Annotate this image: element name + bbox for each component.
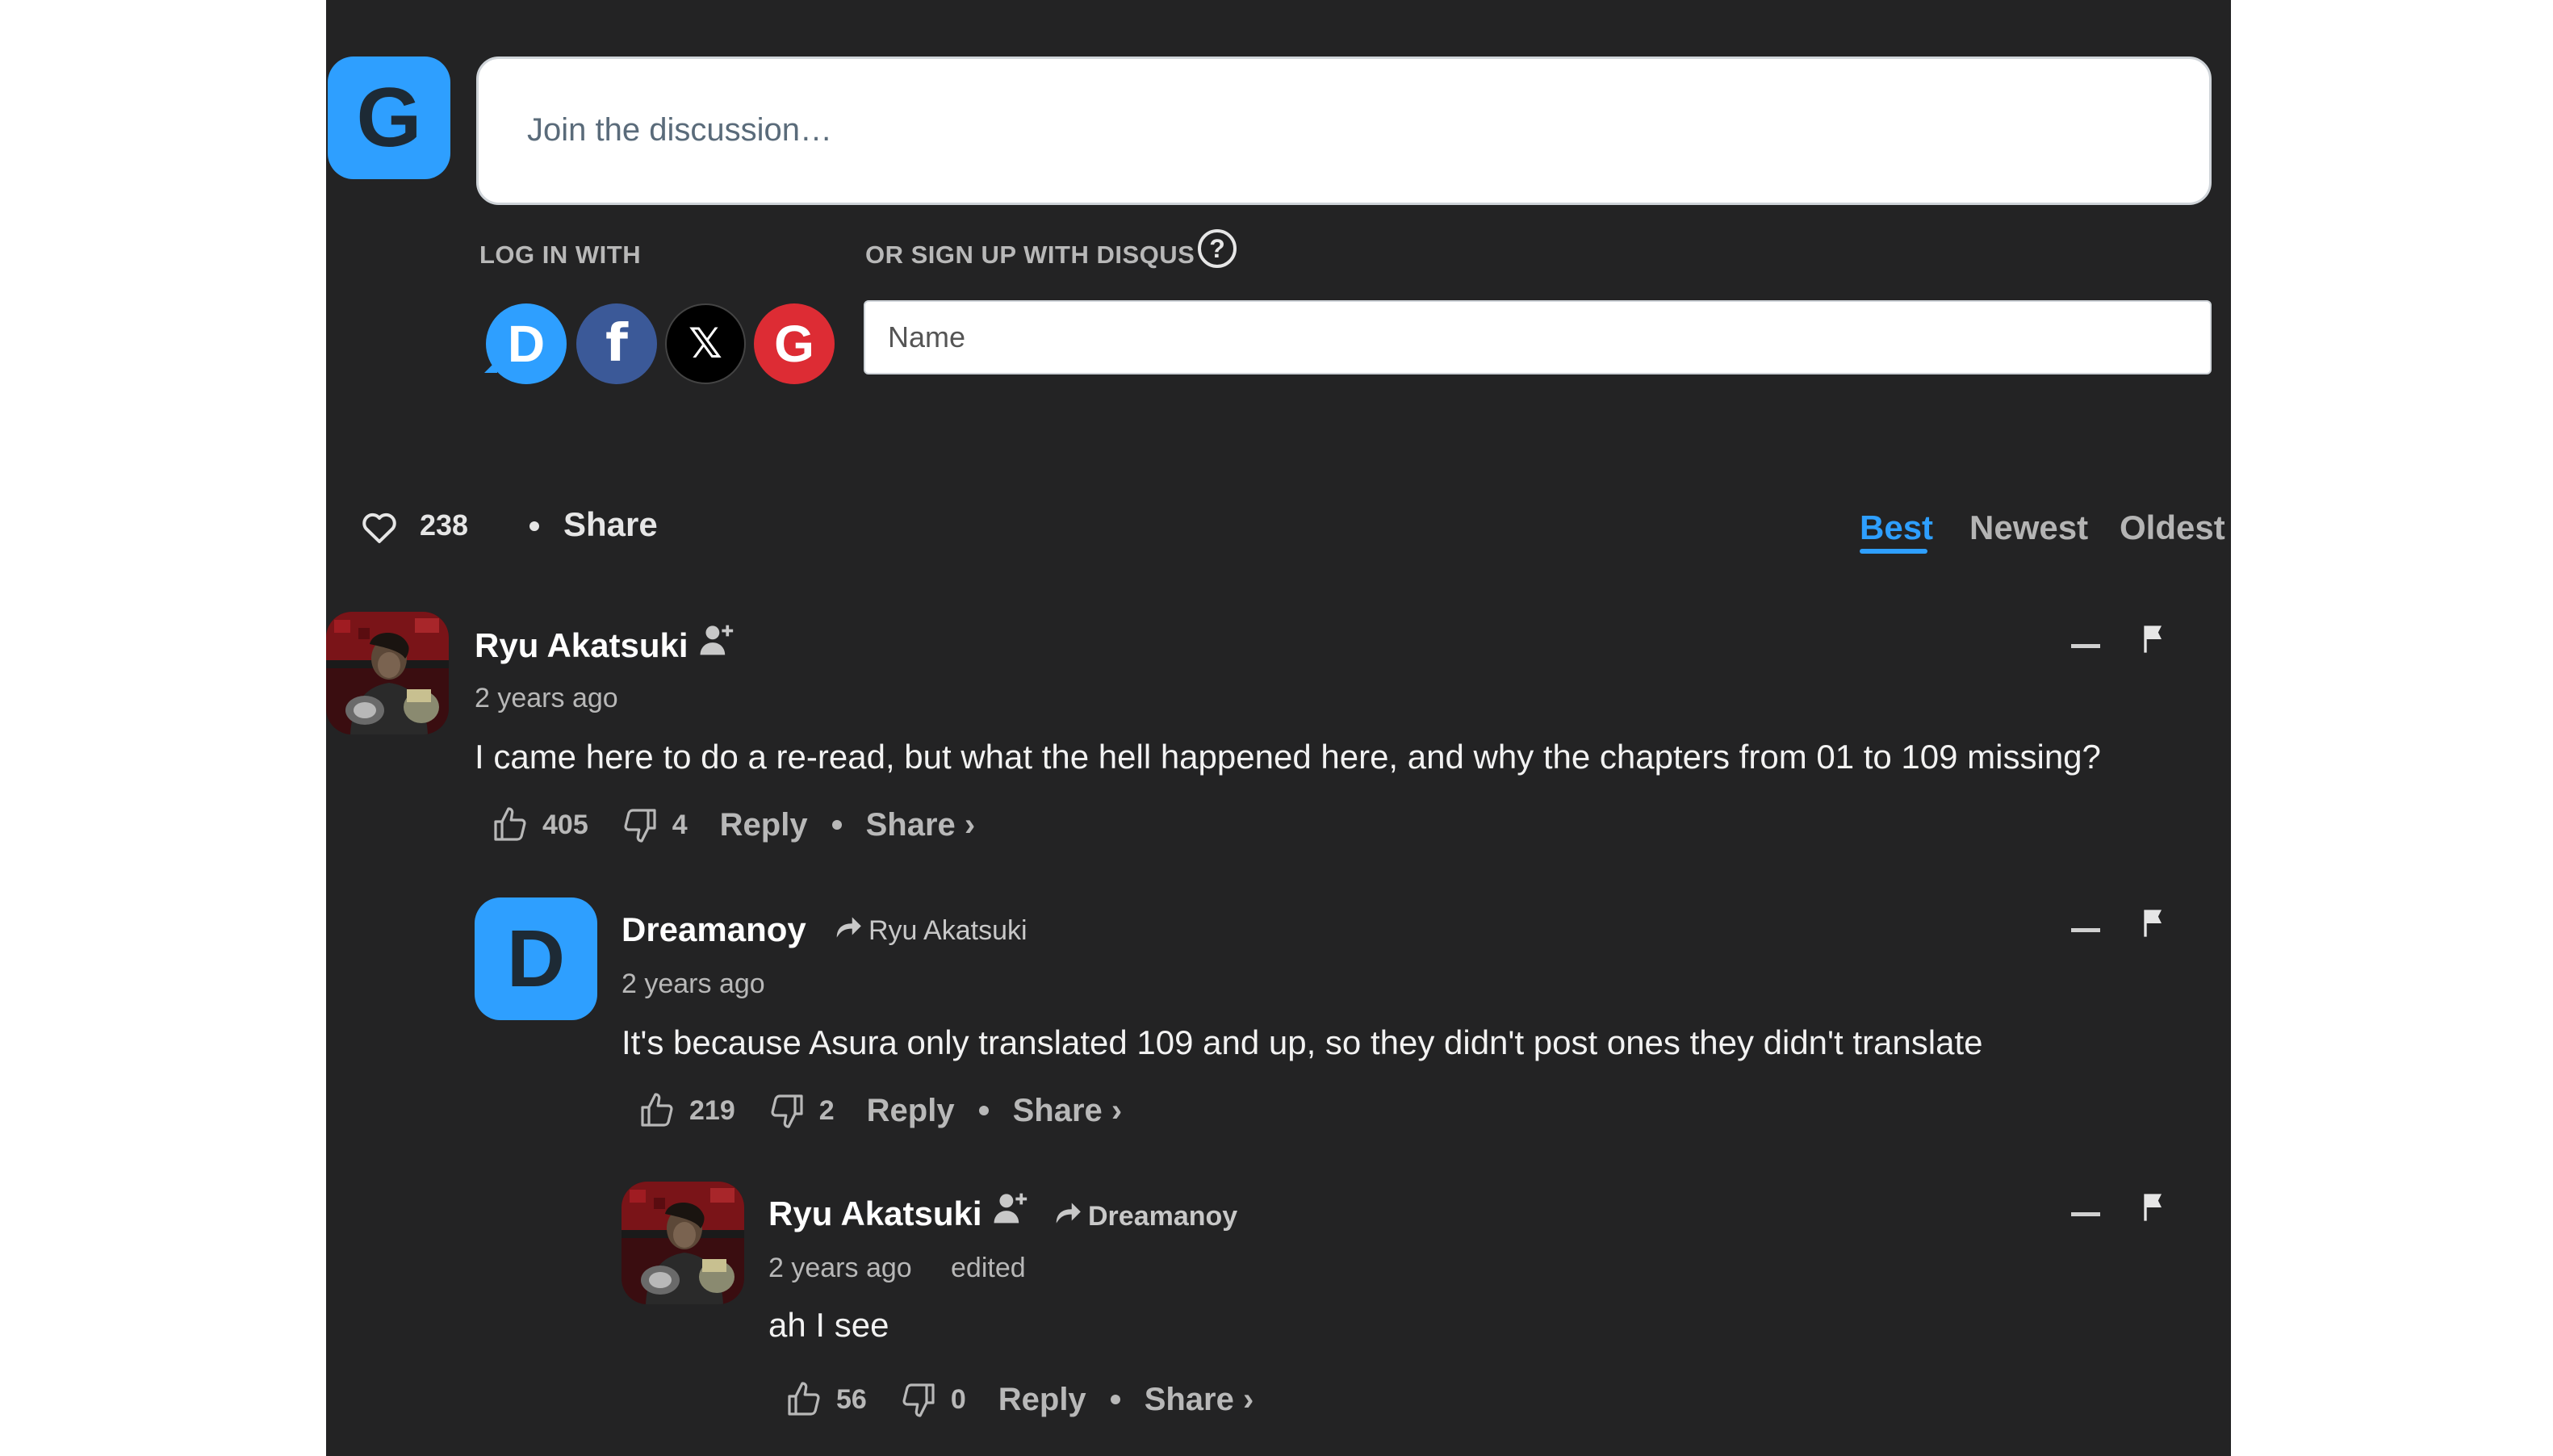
reply-arrow-icon <box>1053 1198 1083 1228</box>
reply-button[interactable]: Reply <box>998 1382 1086 1418</box>
name-input[interactable] <box>864 300 2212 374</box>
flag-icon[interactable] <box>2137 1191 2170 1224</box>
avatar[interactable] <box>622 1182 744 1304</box>
comment-text: ah I see <box>768 1306 889 1344</box>
comment-text: I came here to do a re-read, but what th… <box>475 738 2101 776</box>
facebook-glyph: f <box>605 314 628 374</box>
login-with-label: LOG IN WITH <box>479 241 642 269</box>
separator-dot <box>1110 1395 1120 1404</box>
share-link[interactable]: Share › <box>866 807 976 843</box>
comment-timestamp[interactable]: 2 years ago <box>475 683 618 714</box>
active-tab-underline <box>1860 549 1927 554</box>
x-glyph: 𝕏 <box>688 320 722 368</box>
upvote-count: 219 <box>689 1094 735 1126</box>
upvote-icon[interactable] <box>491 805 529 844</box>
comment-timestamp[interactable]: 2 years ago <box>622 969 765 1000</box>
collapse-icon[interactable] <box>2071 1212 2100 1216</box>
downvote-icon[interactable] <box>899 1380 938 1419</box>
comment-text: It's because Asura only translated 109 a… <box>622 1023 1983 1061</box>
tab-best[interactable]: Best <box>1860 508 1933 547</box>
comment-composer[interactable]: Join the discussion… <box>476 56 2212 205</box>
comment-actions: 405 4 Reply Share › <box>491 805 975 844</box>
google-glyph: G <box>774 315 814 373</box>
comment-author[interactable]: Dreamanoy <box>622 910 806 949</box>
tab-oldest[interactable]: Oldest <box>2120 508 2225 547</box>
comment-actions: 219 2 Reply Share › <box>638 1091 1122 1130</box>
upvote-count: 56 <box>836 1383 867 1415</box>
separator-dot <box>831 820 842 830</box>
collapse-icon[interactable] <box>2071 928 2100 932</box>
flag-icon[interactable] <box>2137 907 2170 939</box>
comment-timestamp[interactable]: 2 years ago <box>768 1253 912 1284</box>
tab-newest[interactable]: Newest <box>1969 508 2088 547</box>
signup-disqus-label: OR SIGN UP WITH DISQUS <box>865 241 1195 269</box>
google-login-icon[interactable]: G <box>754 303 835 384</box>
reply-arrow-icon <box>833 912 864 943</box>
downvote-count: 2 <box>818 1094 835 1126</box>
reply-button[interactable]: Reply <box>867 1093 955 1129</box>
downvote-icon[interactable] <box>768 1091 806 1130</box>
edited-label: edited <box>951 1253 1026 1283</box>
reply-to-author[interactable]: Ryu Akatsuki <box>868 915 1027 947</box>
follow-user-icon[interactable] <box>699 621 736 659</box>
disqus-bubble-tail <box>484 360 497 373</box>
downvote-count: 4 <box>672 809 688 840</box>
separator-dot <box>978 1106 989 1115</box>
downvote-icon[interactable] <box>621 805 659 844</box>
upvote-icon[interactable] <box>785 1380 823 1419</box>
downvote-count: 0 <box>950 1383 966 1415</box>
avatar[interactable]: D <box>475 897 597 1020</box>
facebook-login-icon[interactable]: f <box>576 303 657 384</box>
heart-icon[interactable] <box>360 508 399 547</box>
upvote-icon[interactable] <box>638 1091 676 1130</box>
avatar[interactable] <box>326 612 449 734</box>
like-count: 238 <box>420 508 469 542</box>
collapse-icon[interactable] <box>2071 644 2100 648</box>
reply-button[interactable]: Reply <box>720 807 808 843</box>
disqus-panel: G Join the discussion… LOG IN WITH OR SI… <box>326 0 2231 1456</box>
reply-to-author[interactable]: Dreamanoy <box>1088 1201 1237 1232</box>
disqus-login-icon[interactable]: D <box>486 303 567 384</box>
comment-author[interactable]: Ryu Akatsuki <box>475 626 688 665</box>
comment-author[interactable]: Ryu Akatsuki <box>768 1195 982 1233</box>
help-icon[interactable]: ? <box>1198 229 1237 268</box>
share-link[interactable]: Share › <box>1013 1093 1123 1129</box>
x-login-icon[interactable]: 𝕏 <box>665 303 746 384</box>
flag-icon[interactable] <box>2137 623 2170 655</box>
share-button[interactable]: Share <box>563 505 658 544</box>
upvote-count: 405 <box>542 809 588 840</box>
user-avatar[interactable]: G <box>328 56 450 179</box>
comment-actions: 56 0 Reply Share › <box>785 1380 1253 1419</box>
share-link[interactable]: Share › <box>1145 1382 1254 1418</box>
separator-dot <box>529 521 539 531</box>
follow-user-icon[interactable] <box>993 1190 1030 1227</box>
disqus-glyph: D <box>507 315 546 373</box>
